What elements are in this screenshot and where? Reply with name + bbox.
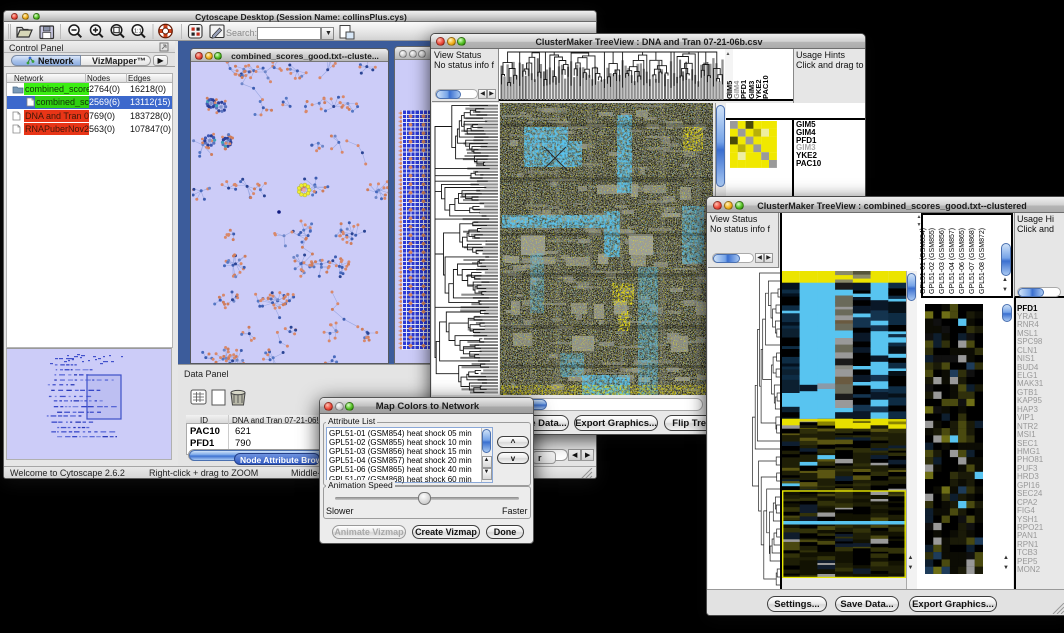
- svg-text:1:1: 1:1: [134, 28, 142, 34]
